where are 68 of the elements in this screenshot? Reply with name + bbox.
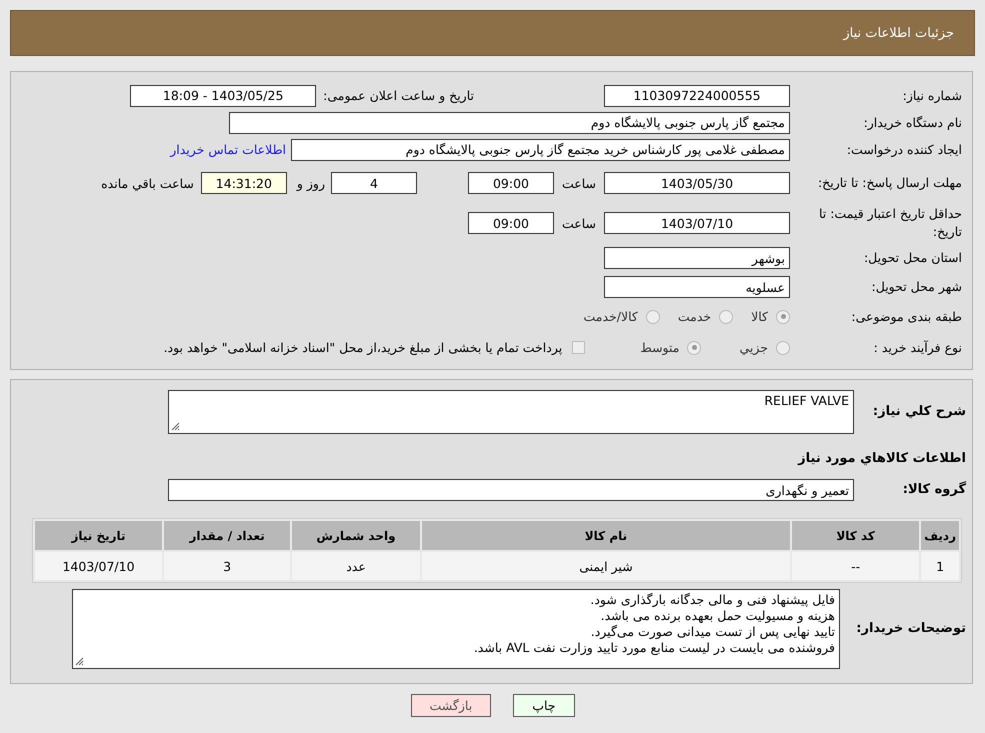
table-cell: 3	[164, 552, 290, 580]
input-field[interactable]: مصطفی غلامی پور کارشناس خرید مجتمع گاز پارس جنوبی پالایشگاه دوم	[291, 138, 790, 160]
text-area[interactable]: RELIEF VALVE	[168, 390, 854, 434]
table-cell: 1403/07/10	[35, 552, 162, 580]
input-field[interactable]: بوشهر	[604, 247, 790, 269]
back-button[interactable]: بازگشت	[410, 694, 492, 717]
input-field[interactable]: 09:00	[468, 172, 554, 194]
input-field[interactable]: 09:00	[468, 212, 554, 234]
text-area[interactable]: فایل پیشنهاد فنی و مالی جدگانه بارگذاری شود. هزینه و مسیولیت حمل بعهده برنده می باشد. تایید نهایی پس از تست میدانی صورت می‌گیرد. فروشنده می بایست در لیست منابع مورد تایید وزارت نفت AVL باشد.	[72, 589, 840, 669]
column-header: تعداد / مقدار	[164, 521, 290, 550]
field-label: استان محل تحویل:	[862, 249, 962, 267]
radio-button[interactable]	[776, 310, 790, 324]
text-line: فایل پیشنهاد فنی و مالی جدگانه بارگذاری شود.	[589, 592, 835, 608]
input-field[interactable]: مجتمع گاز پارس جنوبی پالایشگاه دوم	[229, 112, 790, 134]
field-label: نام دستگاه خریدار:	[862, 114, 962, 132]
field-label: توضیحات خریدار:	[855, 620, 966, 638]
contact-link[interactable]: اطلاعات تماس خریدار	[170, 142, 286, 157]
radio-option[interactable]: متوسط	[640, 340, 702, 355]
column-header: کد کالا	[792, 521, 920, 550]
input-field[interactable]: 1403/07/10	[604, 212, 790, 234]
radio-button[interactable]	[646, 310, 660, 324]
time-label: ساعت	[562, 176, 596, 190]
field-label: گروه کالا:	[902, 481, 966, 499]
table-cell: عدد	[292, 552, 420, 580]
field-label: شهر محل تحویل:	[870, 278, 962, 296]
field-label: طبقه بندی موضوعی:	[850, 308, 962, 326]
table-cell: 1	[921, 552, 959, 580]
timer-field[interactable]: 14:31:20	[200, 172, 287, 194]
field-label: نوع فرآیند خرید :	[872, 338, 962, 356]
checkbox-label: پرداخت تمام یا بخشی از مبلغ خرید،از محل "اسناد خزانه اسلامی" خواهد بود.	[164, 340, 562, 355]
column-header: تاریخ نیاز	[35, 521, 162, 550]
table-cell: شیر ایمنی	[422, 552, 790, 580]
field-label: ایجاد کننده درخواست:	[846, 140, 962, 158]
checkbox[interactable]	[572, 341, 586, 354]
input-field[interactable]: 4	[330, 172, 417, 194]
input-field[interactable]: 1403/05/25 - 18:09	[130, 84, 316, 106]
table-cell: --	[792, 552, 920, 580]
input-field[interactable]: عسلویه	[604, 276, 790, 298]
radio-button[interactable]	[776, 340, 790, 354]
input-field[interactable]: 1103097224000555	[604, 84, 790, 106]
time-label: ساعت	[562, 216, 596, 230]
text-line: تایید نهایی پس از تست میدانی صورت می‌گیرد.	[590, 624, 835, 640]
radio-option[interactable]: کالا/خدمت	[583, 309, 660, 324]
radio-option[interactable]: کالا	[751, 309, 790, 324]
print-button[interactable]: چاپ	[513, 694, 575, 717]
field-label: حداقل تاریخ اعتبار قیمت: تا تاریخ:	[818, 205, 962, 241]
column-header: واحد شمارش	[292, 521, 420, 550]
radio-button[interactable]	[687, 340, 702, 354]
page-title: جزئیات اطلاعات نیاز	[843, 26, 954, 40]
field-label: شرح کلي نیاز:	[872, 403, 966, 421]
text-line: هزینه و مسیولیت حمل بعهده برنده می باشد.	[600, 608, 835, 624]
input-field[interactable]: 1403/05/30	[604, 172, 790, 194]
column-header: ردیف	[921, 521, 959, 550]
radio-option[interactable]: جزيي	[739, 340, 790, 355]
text-line: فروشنده می بایست در لیست منابع مورد تایید وزارت نفت AVL باشد.	[472, 640, 835, 656]
resize-grip-icon	[75, 657, 84, 666]
field-label: تاریخ و ساعت اعلان عمومی:	[323, 88, 474, 103]
text-line: RELIEF VALVE	[763, 393, 849, 409]
input-field[interactable]: تعمیر و نگهداری	[168, 479, 854, 501]
field-label: مهلت ارسال پاسخ: تا تاریخ:	[816, 174, 962, 192]
days-label: روز و	[296, 176, 325, 190]
radio-option[interactable]: خدمت	[678, 309, 734, 324]
section-heading: اطلاعات کالاهاي مورد نیاز	[796, 450, 966, 468]
field-label: شماره نیاز:	[902, 86, 962, 104]
column-header: نام کالا	[422, 521, 790, 550]
remaining-label: ساعت باقي مانده	[101, 176, 194, 190]
resize-grip-icon	[171, 422, 180, 431]
radio-button[interactable]	[719, 310, 734, 324]
